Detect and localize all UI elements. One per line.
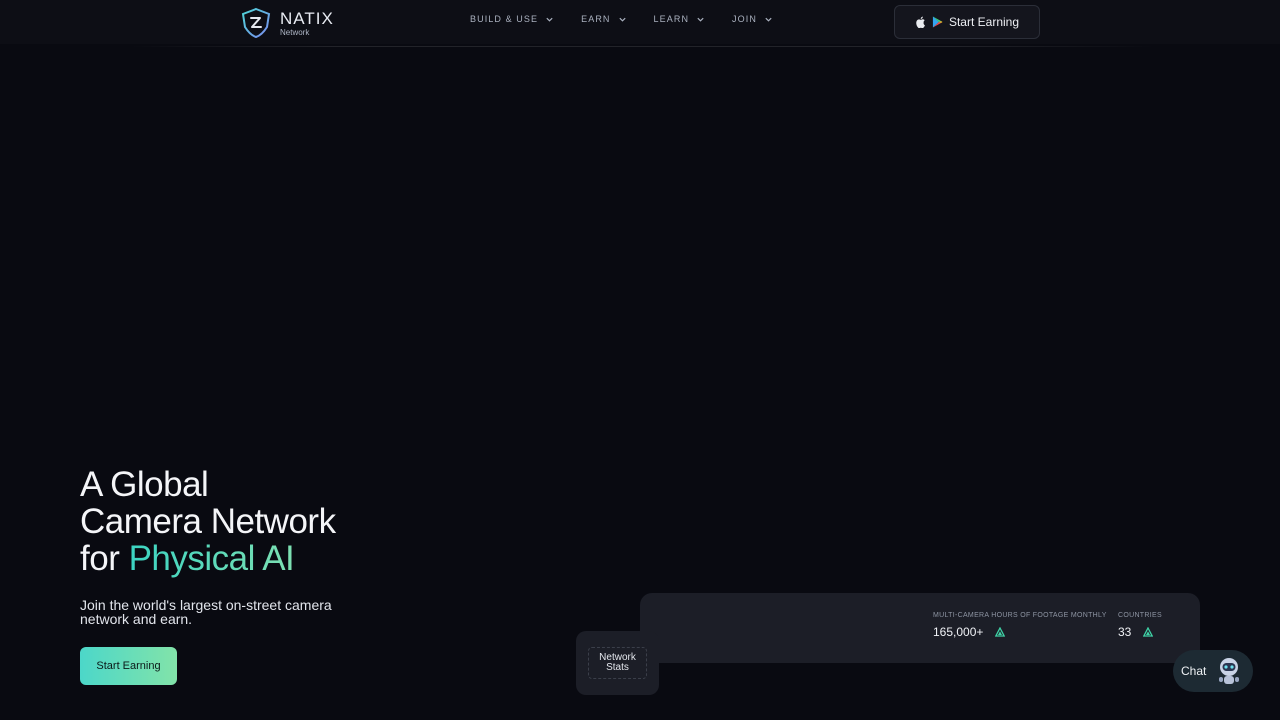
google-play-icon: [932, 16, 943, 28]
menu-item-label: JOIN: [732, 14, 757, 24]
top-nav: NATIX Network BUILD & USE EARN LEARN JOI…: [0, 0, 1280, 44]
menu-item-label: BUILD & USE: [470, 14, 539, 24]
network-stats-tab-label: Network Stats: [588, 647, 647, 679]
chat-bot-icon: [1219, 658, 1240, 684]
brand-sub: Network: [280, 27, 310, 37]
stat-label: COUNTRIES: [1118, 612, 1162, 619]
network-stats-tab[interactable]: Network Stats: [576, 631, 659, 695]
trend-up-icon: [1143, 627, 1154, 637]
chevron-down-icon: [697, 17, 704, 22]
stat-value: 33: [1118, 625, 1132, 639]
brand-name: NATIX: [280, 8, 334, 28]
start-earning-hero-button[interactable]: Start Earning: [80, 647, 177, 685]
hero-subtitle: Join the world's largest on-street camer…: [80, 597, 332, 627]
brand-logo[interactable]: NATIX Network: [240, 7, 334, 39]
chat-label: Chat: [1181, 664, 1207, 678]
chevron-down-icon: [618, 17, 626, 22]
nav-divider: [130, 46, 1155, 47]
menu-join[interactable]: JOIN: [732, 14, 773, 24]
stat-countries: COUNTRIES 33: [1118, 612, 1162, 639]
hero-title: A Global Camera Network for Physical AI: [80, 466, 500, 577]
hero-title-line3-prefix: for: [80, 539, 129, 578]
menu-item-label: EARN: [581, 14, 611, 24]
hero-title-accent: Physical AI: [128, 539, 295, 578]
menu-build-use[interactable]: BUILD & USE: [470, 14, 554, 24]
menu-learn[interactable]: LEARN: [654, 14, 706, 24]
chevron-down-icon: [765, 17, 772, 22]
trend-up-icon: [995, 627, 1006, 637]
menu-earn[interactable]: EARN: [581, 14, 626, 24]
hero-title-line2: Camera Network: [80, 502, 336, 541]
hero-title-line1: A Global: [80, 465, 209, 504]
chat-button[interactable]: Chat: [1173, 650, 1253, 692]
natix-logo-icon: [241, 7, 271, 39]
start-earning-nav-button[interactable]: Start Earning: [894, 5, 1040, 39]
page: NATIX Network BUILD & USE EARN LEARN JOI…: [0, 0, 1280, 720]
stat-label: MULTI-CAMERA HOURS OF FOOTAGE MONTHLY: [933, 612, 1107, 619]
stat-footage-hours: MULTI-CAMERA HOURS OF FOOTAGE MONTHLY 16…: [933, 612, 1107, 639]
chevron-down-icon: [546, 17, 553, 22]
apple-icon: [916, 16, 925, 28]
menu-item-label: LEARN: [653, 14, 690, 24]
network-stats-panel: MULTI-CAMERA HOURS OF FOOTAGE MONTHLY 16…: [640, 593, 1200, 663]
start-earning-hero-label: Start Earning: [96, 660, 161, 672]
main-menu: BUILD & USE EARN LEARN JOIN: [470, 14, 773, 24]
stat-value: 165,000+: [933, 625, 984, 639]
start-earning-nav-label: Start Earning: [948, 15, 1020, 29]
